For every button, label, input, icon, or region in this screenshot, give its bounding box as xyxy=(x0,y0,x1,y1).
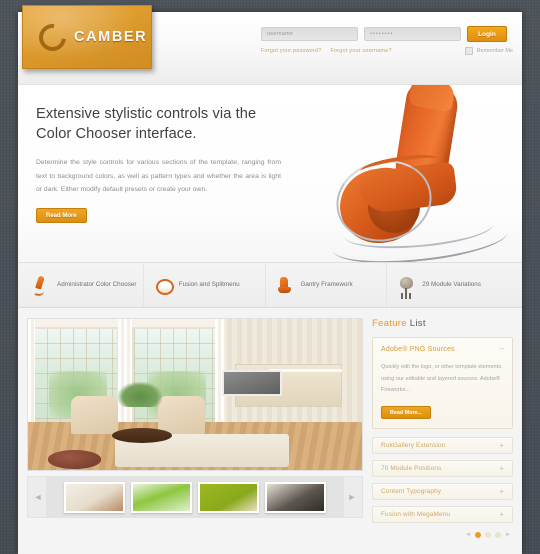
forgot-links: Forgot your password? Forgot your userna… xyxy=(261,48,392,54)
gallery-next-arrow-icon[interactable]: ► xyxy=(344,492,360,502)
accordion-expand-icon[interactable]: + xyxy=(499,441,504,450)
hero-showcase: Extensive stylistic controls via the Col… xyxy=(18,85,522,262)
logo[interactable]: CAMBER xyxy=(22,5,152,69)
gallery-thumbnail[interactable] xyxy=(265,481,326,513)
paintbrush-icon xyxy=(32,275,50,295)
gallery-thumbnail[interactable] xyxy=(131,481,192,513)
accordion-item-open[interactable]: Adobe® PNG Sources – Quickly edit the lo… xyxy=(372,337,513,430)
remember-me-label: Remember Me xyxy=(476,48,513,54)
room-decor-stone xyxy=(48,450,102,469)
room-television xyxy=(221,370,282,396)
room-coffee-table xyxy=(111,427,172,443)
login-form: username •••••••• Login Forgot your pass… xyxy=(261,26,513,55)
room-armchair-left xyxy=(71,396,119,434)
login-secondary-row: Forgot your password? Forgot your userna… xyxy=(261,47,513,55)
accordion-open-header[interactable]: Adobe® PNG Sources – xyxy=(381,345,504,353)
accordion-expand-icon[interactable]: + xyxy=(499,510,504,519)
page-container: CAMBER username •••••••• Login Forgot yo… xyxy=(18,5,522,554)
feature-icon-strip: Administrator Color Chooser Fusion and S… xyxy=(18,262,522,308)
hero-title: Extensive stylistic controls via the Col… xyxy=(36,106,257,142)
feature-item-admin-color-chooser[interactable]: Administrator Color Chooser xyxy=(32,263,143,307)
lamp-icon xyxy=(397,275,415,295)
accordion-item-module-positions[interactable]: 70 Module Positions + xyxy=(372,460,513,478)
image-gallery: ◄ ► xyxy=(27,318,363,554)
living-room-illustration xyxy=(28,319,362,470)
hero-chair-image xyxy=(326,85,516,262)
feature-item-module-variations[interactable]: 29 Module Variations xyxy=(386,263,508,307)
accordion-item-title: Content Typography xyxy=(381,488,442,496)
username-input[interactable]: username xyxy=(261,27,358,41)
gallery-thumbnail-strip xyxy=(46,477,344,517)
feature-item-fusion-splitmenu[interactable]: Fusion and Splitmenu xyxy=(142,263,265,307)
gallery-thumbnail-bar: ◄ ► xyxy=(27,476,363,518)
accordion-collapse-icon[interactable]: – xyxy=(500,345,504,353)
pagination-dot[interactable] xyxy=(485,532,492,539)
accordion-item-rokgallery[interactable]: RokGallery Extension + xyxy=(372,437,513,455)
sidebar-heading-accent: Feature xyxy=(372,318,407,329)
gallery-thumbnail[interactable] xyxy=(64,481,125,513)
login-fields-row: username •••••••• Login xyxy=(261,26,513,42)
accordion-item-fusion-megamenu[interactable]: Fusion with MegaMenu + xyxy=(372,506,513,524)
forgot-username-link[interactable]: Forgot your username? xyxy=(330,48,391,54)
feature-item-label: Gantry Framework xyxy=(300,280,353,288)
pagination-next-arrow-icon[interactable]: ► xyxy=(505,532,511,538)
accordion-item-title: Fusion with MegaMenu xyxy=(381,511,451,519)
accordion-item-title: 70 Module Positions xyxy=(381,465,442,473)
accordion-read-more-button[interactable]: Read More... xyxy=(381,406,432,420)
accordion-expand-icon[interactable]: + xyxy=(499,487,504,496)
accordion-expand-icon[interactable]: + xyxy=(499,464,504,473)
accordion-open-body: Quickly edit the logo, or other template… xyxy=(381,364,503,394)
room-curtain xyxy=(28,319,35,437)
gallery-thumbnail[interactable] xyxy=(198,481,259,513)
password-input[interactable]: •••••••• xyxy=(364,27,461,41)
pagination-prev-arrow-icon[interactable]: ◄ xyxy=(465,532,471,538)
accordion-open-title: Adobe® PNG Sources xyxy=(381,345,455,353)
gallery-main-image[interactable] xyxy=(27,318,363,471)
hero-body: Determine the style controls for various… xyxy=(36,159,281,193)
feature-item-label: 29 Module Variations xyxy=(422,280,481,288)
hero-copy: Extensive stylistic controls via the Col… xyxy=(36,105,294,224)
room-armchair-right xyxy=(158,396,205,434)
hero-read-more-button[interactable]: Read More xyxy=(36,208,87,224)
remember-me-checkbox[interactable] xyxy=(464,47,473,55)
chair-icon xyxy=(276,275,294,295)
login-button[interactable]: Login xyxy=(467,26,507,42)
accordion-item-title: RokGallery Extension xyxy=(381,442,446,450)
feature-item-gantry-framework[interactable]: Gantry Framework xyxy=(264,263,387,307)
room-plant xyxy=(118,382,162,407)
sidebar-heading: Feature List xyxy=(372,318,513,329)
logo-text: CAMBER xyxy=(74,29,148,45)
sidebar-pagination: ◄ ► xyxy=(372,532,513,539)
feature-item-label: Fusion and Splitmenu xyxy=(178,280,240,288)
main-content: ◄ ► Feature List Adobe® PNG Sources – Qu… xyxy=(18,308,522,554)
pagination-dot[interactable] xyxy=(475,532,482,539)
sidebar-heading-rest: List xyxy=(409,318,426,329)
sidebar-feature-list: Feature List Adobe® PNG Sources – Quickl… xyxy=(372,318,513,554)
gallery-prev-arrow-icon[interactable]: ◄ xyxy=(30,492,46,502)
site-header: CAMBER username •••••••• Login Forgot yo… xyxy=(18,5,522,85)
room-curtain xyxy=(118,319,133,437)
remember-me[interactable]: Remember Me xyxy=(464,47,513,55)
forgot-password-link[interactable]: Forgot your password? xyxy=(261,48,321,54)
ring-icon xyxy=(154,275,174,295)
pagination-dot[interactable] xyxy=(495,532,502,539)
feature-item-label: Administrator Color Chooser xyxy=(57,280,137,288)
accordion-item-content-typography[interactable]: Content Typography + xyxy=(372,483,513,501)
camber-c-logo-icon xyxy=(33,18,72,56)
